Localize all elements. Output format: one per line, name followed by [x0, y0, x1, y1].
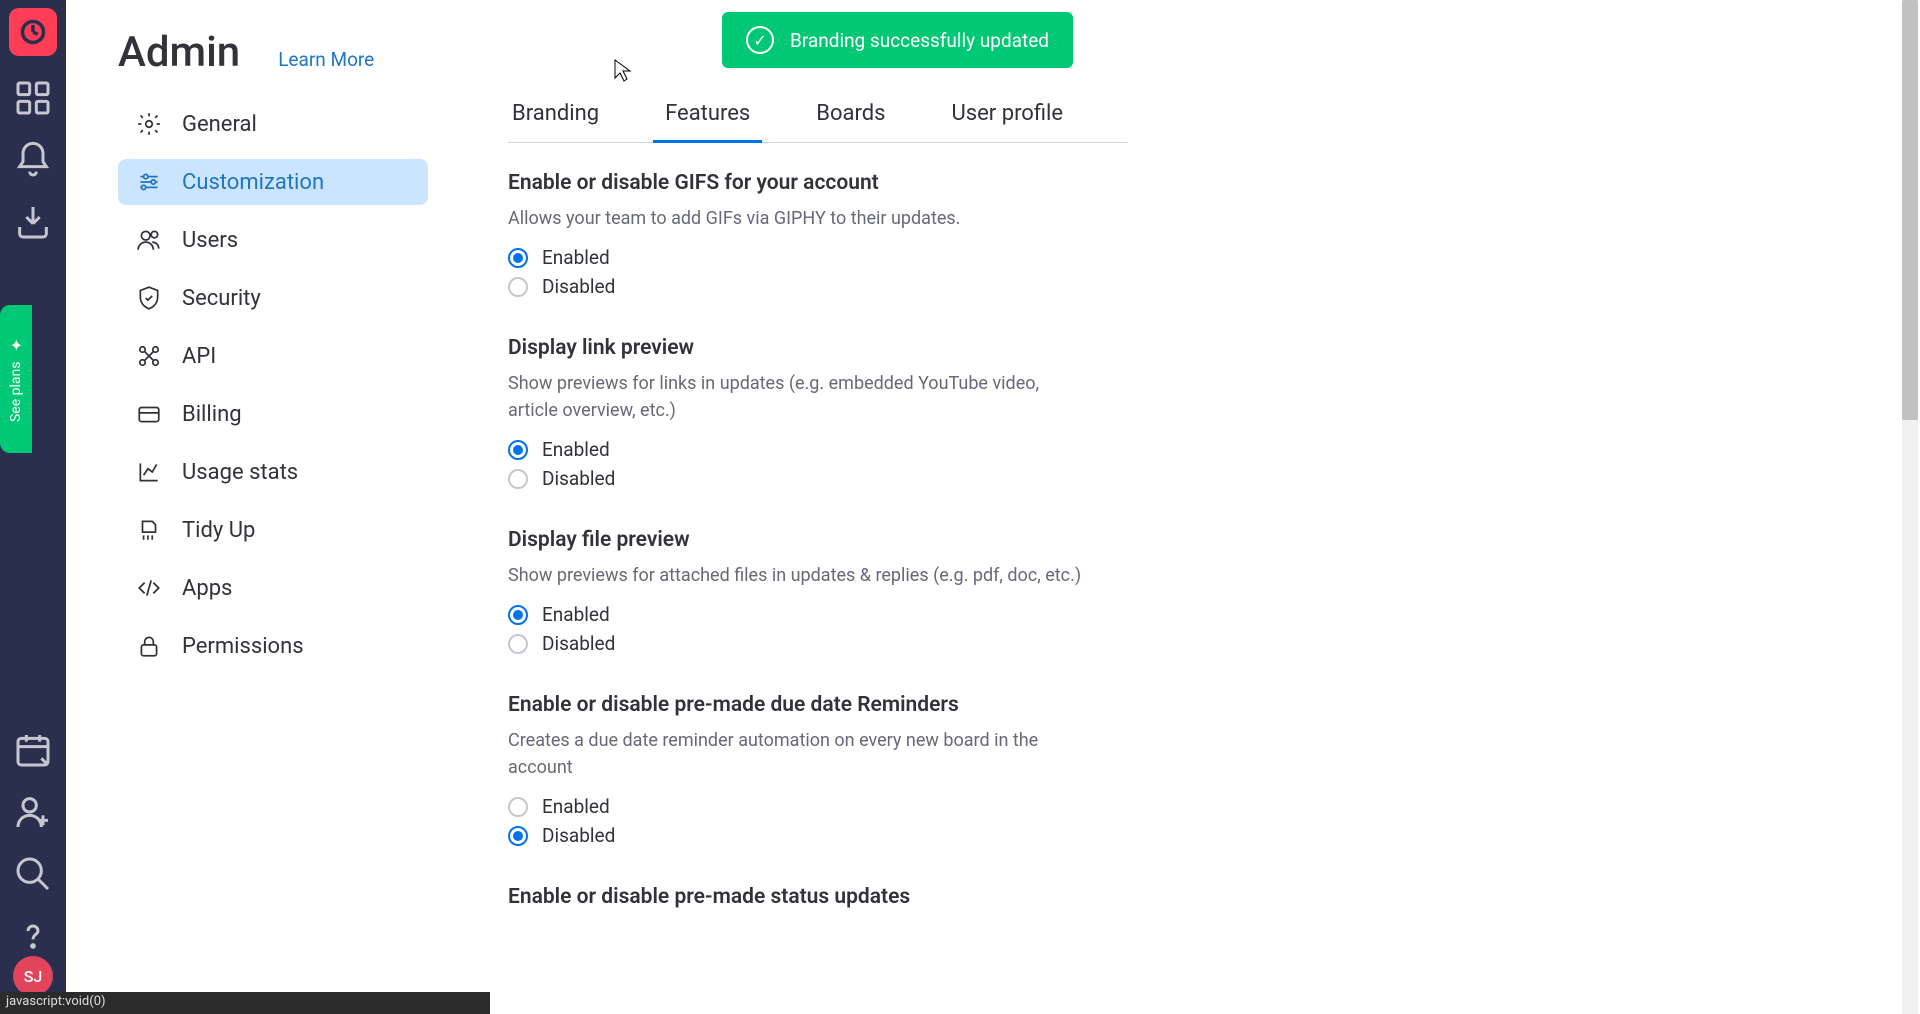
sidebar-item-usage-stats[interactable]: Usage stats: [118, 449, 428, 495]
sidebar-item-label: Usage stats: [182, 460, 298, 485]
sparkle-icon: ✦: [9, 336, 22, 355]
radio-option[interactable]: Disabled: [508, 632, 1088, 655]
tab-content-region: Branding Features Boards User profile En…: [508, 101, 1128, 947]
search-icon[interactable]: [13, 854, 53, 894]
page-title: Admin: [118, 28, 240, 77]
sidebar-item-label: Users: [182, 228, 238, 253]
main-content: Admin Learn More General Customization U…: [66, 0, 1920, 1014]
radio-label: Enabled: [542, 246, 610, 269]
sidebar-item-general[interactable]: General: [118, 101, 428, 147]
sidebar-nav: General Customization Users Security API…: [118, 101, 458, 947]
sidebar-item-permissions[interactable]: Permissions: [118, 623, 428, 669]
radio-button[interactable]: [508, 605, 528, 625]
setting-title: Display link preview: [508, 336, 1088, 360]
left-rail: SJ: [0, 0, 66, 1014]
setting-description: Show previews for attached files in upda…: [508, 562, 1088, 589]
workspace-icon[interactable]: [13, 78, 53, 118]
notifications-icon[interactable]: [13, 140, 53, 180]
see-plans-button[interactable]: See plans ✦: [0, 305, 32, 453]
sidebar-item-label: Security: [182, 286, 261, 311]
sidebar-item-security[interactable]: Security: [118, 275, 428, 321]
help-icon[interactable]: [13, 916, 53, 956]
users-icon: [136, 227, 162, 253]
sidebar-item-users[interactable]: Users: [118, 217, 428, 263]
sidebar-item-label: Customization: [182, 170, 324, 195]
setting-title: Enable or disable pre-made status update…: [508, 885, 1088, 909]
radio-button[interactable]: [508, 797, 528, 817]
radio-label: Enabled: [542, 603, 610, 626]
inbox-icon[interactable]: [13, 202, 53, 242]
invite-icon[interactable]: [13, 792, 53, 832]
tab-branding[interactable]: Branding: [508, 101, 603, 142]
radio-option[interactable]: Enabled: [508, 246, 1088, 269]
radio-button[interactable]: [508, 440, 528, 460]
sidebar-item-label: API: [182, 344, 216, 369]
radio-button[interactable]: [508, 248, 528, 268]
lock-icon: [136, 633, 162, 659]
sidebar-item-billing[interactable]: Billing: [118, 391, 428, 437]
learn-more-link[interactable]: Learn More: [278, 48, 374, 71]
sidebar-item-label: Permissions: [182, 634, 304, 659]
sidebar-item-label: Tidy Up: [182, 518, 255, 543]
shield-icon: [136, 285, 162, 311]
success-toast: ✓ Branding successfully updated: [722, 12, 1073, 68]
sliders-icon: [136, 169, 162, 195]
api-icon: [136, 343, 162, 369]
sidebar-item-label: Apps: [182, 576, 232, 601]
calendar-icon[interactable]: [13, 730, 53, 770]
credit-card-icon: [136, 401, 162, 427]
sidebar-item-api[interactable]: API: [118, 333, 428, 379]
radio-option[interactable]: Enabled: [508, 795, 1088, 818]
toast-message: Branding successfully updated: [790, 29, 1049, 52]
sidebar-item-customization[interactable]: Customization: [118, 159, 428, 205]
status-bar: javascript:void(0): [0, 992, 490, 1014]
setting-group: Display link preview Show previews for li…: [508, 336, 1088, 490]
radio-option[interactable]: Enabled: [508, 438, 1088, 461]
settings-list: Enable or disable GIFS for your account A…: [508, 171, 1088, 909]
see-plans-label: See plans: [8, 361, 24, 421]
chart-icon: [136, 459, 162, 485]
radio-button[interactable]: [508, 634, 528, 654]
setting-title: Display file preview: [508, 528, 1088, 552]
radio-label: Enabled: [542, 438, 610, 461]
setting-title: Enable or disable GIFS for your account: [508, 171, 1088, 195]
radio-label: Disabled: [542, 467, 615, 490]
radio-button[interactable]: [508, 826, 528, 846]
radio-button[interactable]: [508, 277, 528, 297]
sidebar-item-label: General: [182, 112, 257, 137]
tab-features[interactable]: Features: [661, 101, 754, 142]
setting-description: Creates a due date reminder automation o…: [508, 727, 1088, 781]
setting-group: Display file preview Show previews for at…: [508, 528, 1088, 655]
sidebar-item-apps[interactable]: Apps: [118, 565, 428, 611]
shredder-icon: [136, 517, 162, 543]
setting-group: Enable or disable pre-made due date Remi…: [508, 693, 1088, 847]
logo-icon: [19, 18, 47, 46]
scrollbar-thumb[interactable]: [1902, 0, 1918, 420]
sidebar-item-label: Billing: [182, 402, 242, 427]
app-logo[interactable]: [9, 8, 57, 56]
check-circle-icon: ✓: [746, 26, 774, 54]
radio-option[interactable]: Disabled: [508, 467, 1088, 490]
radio-label: Enabled: [542, 795, 610, 818]
code-icon: [136, 575, 162, 601]
radio-option[interactable]: Disabled: [508, 275, 1088, 298]
radio-label: Disabled: [542, 824, 615, 847]
radio-button[interactable]: [508, 469, 528, 489]
gear-icon: [136, 111, 162, 137]
setting-description: Allows your team to add GIFs via GIPHY t…: [508, 205, 1088, 232]
sidebar-item-tidy-up[interactable]: Tidy Up: [118, 507, 428, 553]
setting-group: Enable or disable pre-made status update…: [508, 885, 1088, 909]
tab-bar: Branding Features Boards User profile: [508, 101, 1128, 143]
setting-title: Enable or disable pre-made due date Remi…: [508, 693, 1088, 717]
setting-description: Show previews for links in updates (e.g.…: [508, 370, 1088, 424]
tab-boards[interactable]: Boards: [812, 101, 889, 142]
radio-option[interactable]: Enabled: [508, 603, 1088, 626]
setting-group: Enable or disable GIFS for your account A…: [508, 171, 1088, 298]
avatar[interactable]: SJ: [13, 956, 53, 996]
tab-user-profile[interactable]: User profile: [948, 101, 1068, 142]
radio-label: Disabled: [542, 275, 615, 298]
radio-label: Disabled: [542, 632, 615, 655]
radio-option[interactable]: Disabled: [508, 824, 1088, 847]
